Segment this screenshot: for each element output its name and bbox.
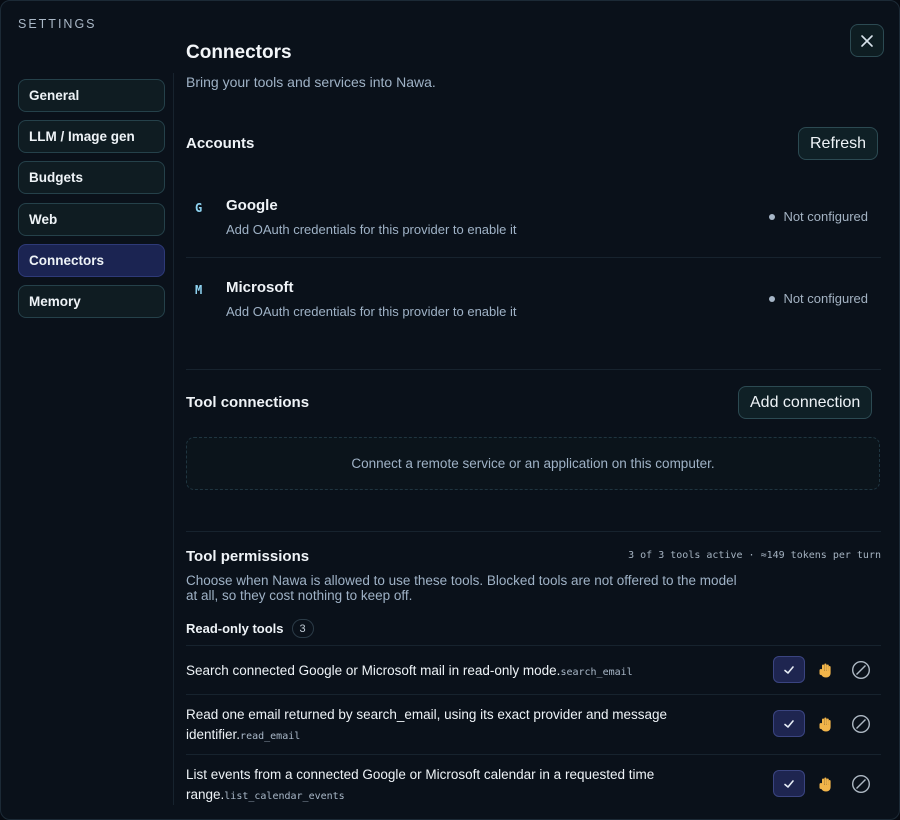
block-icon — [851, 774, 871, 793]
google-logo-icon: G — [195, 201, 203, 215]
section-divider — [186, 531, 881, 532]
account-description: Add OAuth credentials for this provider … — [226, 222, 517, 237]
status-dot-icon — [769, 213, 776, 220]
microsoft-logo-icon: M — [195, 283, 203, 297]
tool-group-name: Read-only tools — [186, 621, 284, 636]
ask-button[interactable] — [807, 770, 843, 797]
sidebar-divider — [173, 73, 174, 805]
sidebar-item-general[interactable]: General — [18, 79, 165, 112]
sidebar-item-memory[interactable]: Memory — [18, 284, 165, 318]
account-google: G Google Add OAuth credentials for this … — [186, 179, 881, 261]
account-name: Microsoft — [226, 279, 294, 296]
connections-empty-state[interactable]: Connect a remote service or an applicati… — [186, 437, 880, 490]
tool-group-label: Read-only tools 3 — [186, 619, 314, 638]
tool-permissions-heading: Tool permissions — [186, 548, 310, 565]
block-button[interactable] — [843, 656, 879, 683]
account-name: Google — [226, 197, 278, 214]
sidebar-item-connectors[interactable]: Connectors — [18, 243, 165, 277]
tool-code: list_calendar_events — [224, 791, 345, 802]
tool-code: read_email — [240, 731, 301, 742]
tool-group-count: 3 — [291, 619, 314, 638]
check-icon — [784, 665, 794, 674]
tool-permission-controls — [773, 710, 879, 737]
status-dot-icon — [769, 295, 776, 302]
allow-button[interactable] — [773, 656, 805, 683]
account-status: Not configured — [769, 209, 868, 224]
settings-window: SETTINGS General LLM / Image gen Budgets… — [0, 0, 900, 820]
sidebar-nav: General LLM / Image gen Budgets Web Conn… — [18, 79, 165, 326]
ask-button[interactable] — [807, 656, 843, 683]
permissions-stats: 3 of 3 tools active · ≈149 tokens per tu… — [628, 550, 881, 561]
permissions-description: Choose when Nawa is allowed to use these… — [186, 573, 737, 603]
check-icon — [784, 719, 794, 728]
tool-permission-controls — [773, 656, 879, 683]
tool-row-search-email: Search connected Google or Microsoft mai… — [186, 646, 881, 694]
tool-description-text: Search connected Google or Microsoft mai… — [186, 663, 561, 678]
sidebar: SETTINGS General LLM / Image gen Budgets… — [1, 1, 174, 819]
tool-permission-controls — [773, 770, 879, 797]
empty-state-text: Connect a remote service or an applicati… — [351, 456, 715, 471]
sidebar-item-budgets[interactable]: Budgets — [18, 161, 165, 195]
close-icon — [861, 34, 873, 47]
check-icon — [784, 779, 794, 788]
account-status-label: Not configured — [783, 291, 868, 306]
account-description: Add OAuth credentials for this provider … — [226, 304, 517, 319]
refresh-button[interactable]: Refresh — [798, 127, 879, 160]
ask-button[interactable] — [807, 710, 843, 737]
section-divider — [186, 369, 881, 370]
sidebar-item-llm-image-gen[interactable]: LLM / Image gen — [18, 120, 165, 154]
close-button[interactable] — [850, 24, 884, 57]
tool-description: Search connected Google or Microsoft mai… — [186, 661, 746, 683]
page-subtitle: Bring your tools and services into Nawa. — [186, 74, 436, 90]
block-button[interactable] — [843, 710, 879, 737]
sidebar-title: SETTINGS — [18, 17, 97, 31]
accounts-heading: Accounts — [186, 135, 255, 152]
hand-icon — [819, 717, 831, 731]
tool-connections-heading: Tool connections — [186, 394, 310, 411]
tool-description: List events from a connected Google or M… — [186, 765, 746, 807]
page-title: Connectors — [186, 42, 292, 63]
hand-icon — [819, 663, 831, 677]
tool-code: search_email — [560, 667, 633, 678]
allow-button[interactable] — [773, 770, 805, 797]
sidebar-item-web[interactable]: Web — [18, 202, 165, 236]
block-icon — [851, 714, 871, 733]
tool-description: Read one email returned by search_email,… — [186, 705, 746, 747]
tool-row-list-calendar-events: List events from a connected Google or M… — [186, 755, 881, 815]
add-connection-button[interactable]: Add connection — [738, 386, 873, 419]
account-microsoft: M Microsoft Add OAuth credentials for th… — [186, 261, 881, 343]
block-icon — [851, 660, 871, 679]
account-status: Not configured — [769, 291, 868, 306]
hand-icon — [819, 777, 831, 791]
allow-button[interactable] — [773, 710, 805, 737]
account-status-label: Not configured — [783, 209, 868, 224]
row-divider — [186, 257, 881, 258]
tool-row-read-email: Read one email returned by search_email,… — [186, 695, 881, 754]
block-button[interactable] — [843, 770, 879, 797]
